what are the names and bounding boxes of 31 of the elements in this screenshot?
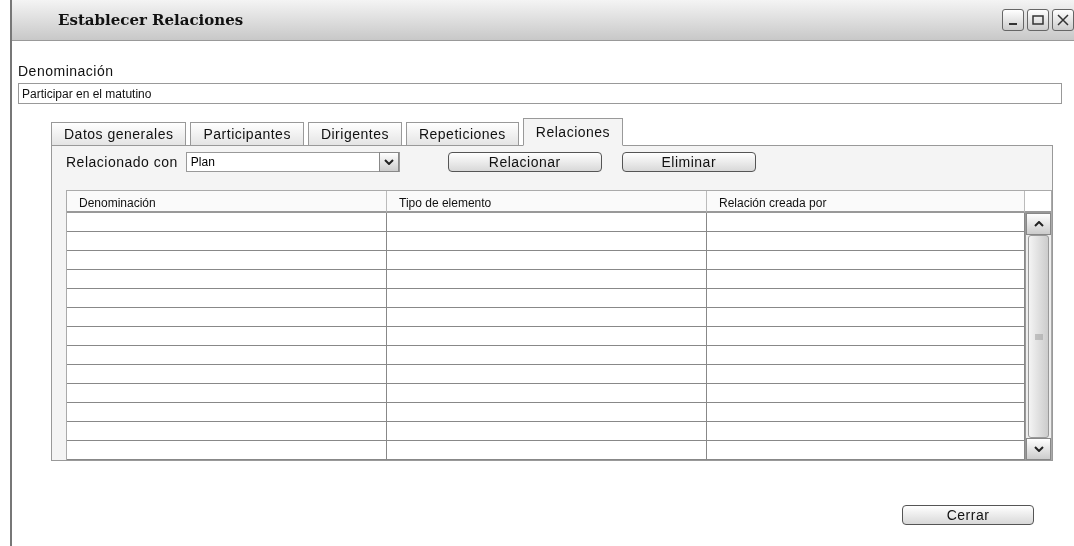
dropdown[interactable]: Plan bbox=[185, 152, 400, 172]
grip-icon bbox=[1034, 333, 1043, 340]
input-field[interactable]: Participar en el matutino bbox=[18, 83, 1062, 104]
column-header: Tipo de elemento bbox=[387, 191, 707, 213]
close-button[interactable] bbox=[1052, 9, 1074, 31]
field-label: Denominación bbox=[18, 63, 115, 79]
tab[interactable]: Participantes bbox=[190, 122, 304, 146]
minimize-icon bbox=[1009, 23, 1017, 25]
relate-button[interactable]: Relacionar bbox=[447, 152, 602, 172]
combo-label: Relacionado con bbox=[66, 154, 178, 170]
tab[interactable]: Repeticiones bbox=[405, 122, 519, 146]
scrollbar[interactable] bbox=[1025, 213, 1051, 460]
close-icon bbox=[1057, 14, 1069, 26]
chevron-up-icon bbox=[1033, 221, 1044, 227]
tab[interactable]: Relaciones bbox=[522, 118, 624, 146]
dropdown-button[interactable] bbox=[378, 152, 399, 172]
close-dialog-button[interactable]: Cerrar bbox=[902, 505, 1034, 525]
tab[interactable]: Dirigentes bbox=[307, 122, 402, 146]
scroll-down-button[interactable] bbox=[1026, 438, 1051, 460]
tab[interactable]: Datos generales bbox=[51, 122, 187, 146]
delete-button[interactable]: Eliminar bbox=[621, 152, 756, 172]
chevron-down-icon bbox=[1033, 446, 1044, 452]
column-header: Denominación bbox=[67, 191, 387, 213]
maximize-icon bbox=[1032, 15, 1044, 25]
maximize-button[interactable] bbox=[1027, 9, 1049, 31]
column-header: Relación creada por bbox=[707, 191, 1025, 213]
scroll-up-button[interactable] bbox=[1026, 213, 1051, 235]
window-title: Establecer Relaciones bbox=[58, 11, 244, 29]
minimize-button[interactable] bbox=[1002, 9, 1024, 31]
scroll-thumb[interactable] bbox=[1028, 235, 1049, 438]
chevron-down-icon bbox=[383, 159, 394, 165]
